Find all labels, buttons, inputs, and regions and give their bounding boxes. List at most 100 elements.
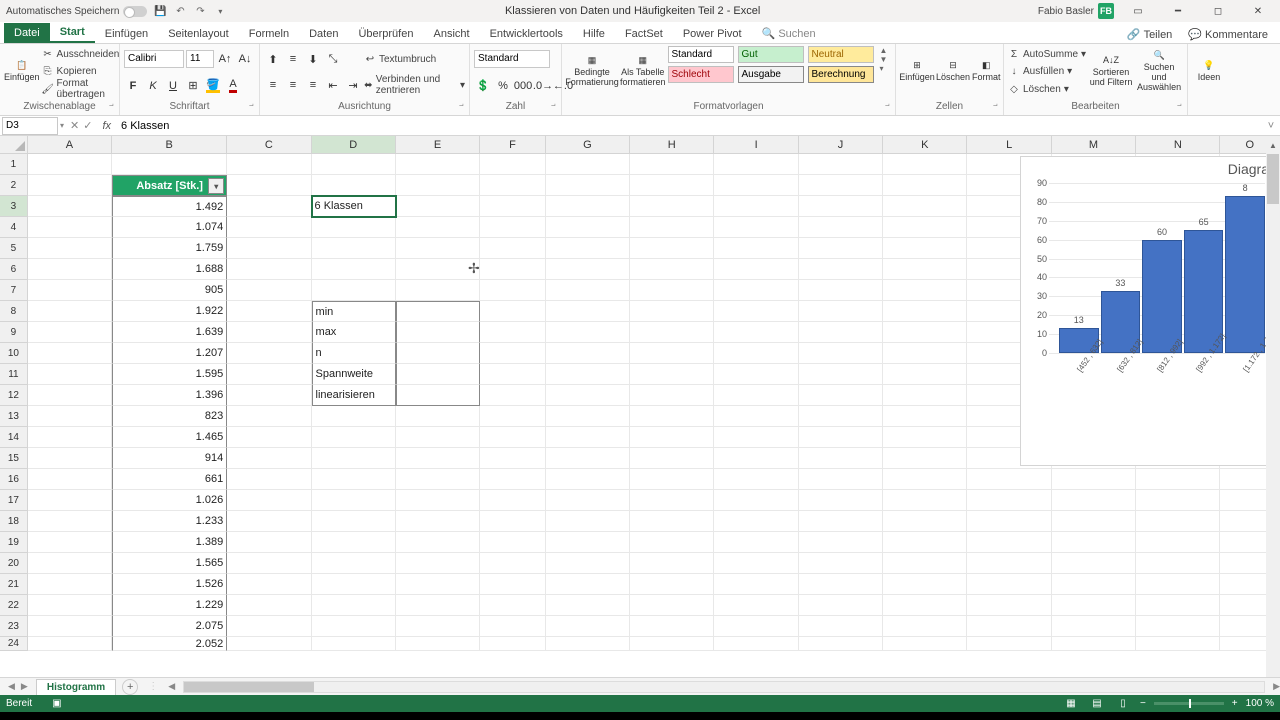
cell[interactable] bbox=[1136, 616, 1220, 637]
cell[interactable] bbox=[714, 532, 798, 553]
cell[interactable] bbox=[28, 301, 112, 322]
tab-formulas[interactable]: Formeln bbox=[239, 25, 299, 43]
cell[interactable] bbox=[480, 595, 546, 616]
cell[interactable] bbox=[312, 448, 396, 469]
cell[interactable] bbox=[28, 490, 112, 511]
wrap-text-button[interactable]: ↩Textumbruch bbox=[364, 51, 465, 68]
cell[interactable] bbox=[480, 490, 546, 511]
cell[interactable] bbox=[28, 364, 112, 385]
tab-powerpivot[interactable]: Power Pivot bbox=[673, 25, 752, 43]
cell[interactable] bbox=[480, 364, 546, 385]
cell[interactable] bbox=[227, 511, 311, 532]
cell[interactable] bbox=[714, 406, 798, 427]
row-header[interactable]: 17 bbox=[0, 490, 28, 511]
cell[interactable] bbox=[799, 259, 883, 280]
cell[interactable] bbox=[480, 427, 546, 448]
minimize-icon[interactable]: ━ bbox=[1162, 2, 1194, 20]
cell[interactable] bbox=[799, 427, 883, 448]
cell[interactable] bbox=[799, 343, 883, 364]
cell[interactable] bbox=[480, 259, 546, 280]
cell[interactable] bbox=[312, 238, 396, 259]
cell[interactable] bbox=[630, 322, 714, 343]
cell[interactable]: 905 bbox=[112, 280, 227, 301]
cell[interactable] bbox=[1136, 595, 1220, 616]
row-header[interactable]: 20 bbox=[0, 553, 28, 574]
align-middle-button[interactable]: ≡ bbox=[284, 50, 302, 68]
comments-button[interactable]: 💬 Kommentare bbox=[1182, 26, 1274, 43]
cell[interactable]: 823 bbox=[112, 406, 227, 427]
align-center-button[interactable]: ≡ bbox=[284, 76, 302, 94]
cell[interactable] bbox=[630, 511, 714, 532]
cell[interactable]: 1.526 bbox=[112, 574, 227, 595]
cell[interactable]: n bbox=[312, 343, 396, 364]
cell[interactable] bbox=[396, 490, 480, 511]
maximize-icon[interactable]: ◻ bbox=[1202, 2, 1234, 20]
cell[interactable] bbox=[480, 343, 546, 364]
cell[interactable] bbox=[1136, 511, 1220, 532]
style-ausgabe[interactable]: Ausgabe bbox=[738, 66, 804, 83]
cell[interactable] bbox=[312, 175, 396, 196]
cancel-formula-icon[interactable]: ✕ bbox=[70, 119, 79, 132]
cell[interactable] bbox=[883, 154, 967, 175]
cell[interactable]: 1.026 bbox=[112, 490, 227, 511]
cell[interactable] bbox=[312, 532, 396, 553]
tab-factset[interactable]: FactSet bbox=[615, 25, 673, 43]
cell[interactable] bbox=[28, 238, 112, 259]
cell[interactable] bbox=[546, 532, 630, 553]
accept-formula-icon[interactable]: ✓ bbox=[83, 119, 92, 132]
cell[interactable] bbox=[714, 574, 798, 595]
cell[interactable] bbox=[967, 511, 1051, 532]
cell[interactable] bbox=[883, 574, 967, 595]
undo-icon[interactable]: ↶ bbox=[173, 4, 187, 18]
cell[interactable] bbox=[883, 175, 967, 196]
cell[interactable] bbox=[967, 616, 1051, 637]
style-neutral[interactable]: Neutral bbox=[808, 46, 874, 63]
decrease-font-button[interactable]: A↓ bbox=[236, 50, 254, 68]
cell[interactable] bbox=[883, 637, 967, 651]
cell[interactable] bbox=[1136, 637, 1220, 651]
cell[interactable] bbox=[546, 154, 630, 175]
cell[interactable] bbox=[28, 385, 112, 406]
cell[interactable]: 1.492 bbox=[112, 196, 227, 217]
tab-developer[interactable]: Entwicklertools bbox=[480, 25, 573, 43]
expand-formula-bar-icon[interactable]: ˅ bbox=[1262, 120, 1280, 132]
tab-review[interactable]: Überprüfen bbox=[348, 25, 423, 43]
cell[interactable] bbox=[480, 448, 546, 469]
cell[interactable] bbox=[714, 469, 798, 490]
col-header-N[interactable]: N bbox=[1136, 136, 1220, 154]
cell[interactable] bbox=[967, 490, 1051, 511]
cell[interactable] bbox=[714, 196, 798, 217]
cell[interactable] bbox=[546, 616, 630, 637]
cell[interactable] bbox=[396, 448, 480, 469]
cell[interactable] bbox=[396, 469, 480, 490]
sheet-tab-histogramm[interactable]: Histogramm bbox=[36, 679, 116, 695]
cell[interactable] bbox=[28, 427, 112, 448]
cell[interactable] bbox=[799, 154, 883, 175]
cell[interactable]: 1.565 bbox=[112, 553, 227, 574]
cell[interactable] bbox=[227, 406, 311, 427]
zoom-level[interactable]: 100 % bbox=[1246, 698, 1274, 709]
cell[interactable] bbox=[883, 259, 967, 280]
cell[interactable] bbox=[967, 595, 1051, 616]
cell[interactable] bbox=[312, 217, 396, 238]
cell[interactable] bbox=[714, 490, 798, 511]
cell[interactable] bbox=[630, 301, 714, 322]
row-header[interactable]: 16 bbox=[0, 469, 28, 490]
cell[interactable] bbox=[799, 448, 883, 469]
cell[interactable] bbox=[480, 469, 546, 490]
cell[interactable] bbox=[883, 196, 967, 217]
cell[interactable] bbox=[1052, 511, 1136, 532]
embedded-chart[interactable]: Diagra 0102030405060708090133360658 [452… bbox=[1020, 156, 1270, 466]
cell[interactable] bbox=[1052, 532, 1136, 553]
bold-button[interactable]: F bbox=[124, 77, 142, 95]
col-header-J[interactable]: J bbox=[799, 136, 883, 154]
cell[interactable] bbox=[967, 469, 1051, 490]
cell[interactable] bbox=[883, 553, 967, 574]
tab-view[interactable]: Ansicht bbox=[423, 25, 479, 43]
cell[interactable] bbox=[883, 532, 967, 553]
row-header[interactable]: 22 bbox=[0, 595, 28, 616]
cell[interactable] bbox=[312, 595, 396, 616]
cell[interactable] bbox=[630, 259, 714, 280]
cell[interactable] bbox=[396, 574, 480, 595]
align-bottom-button[interactable]: ⬇ bbox=[304, 50, 322, 68]
